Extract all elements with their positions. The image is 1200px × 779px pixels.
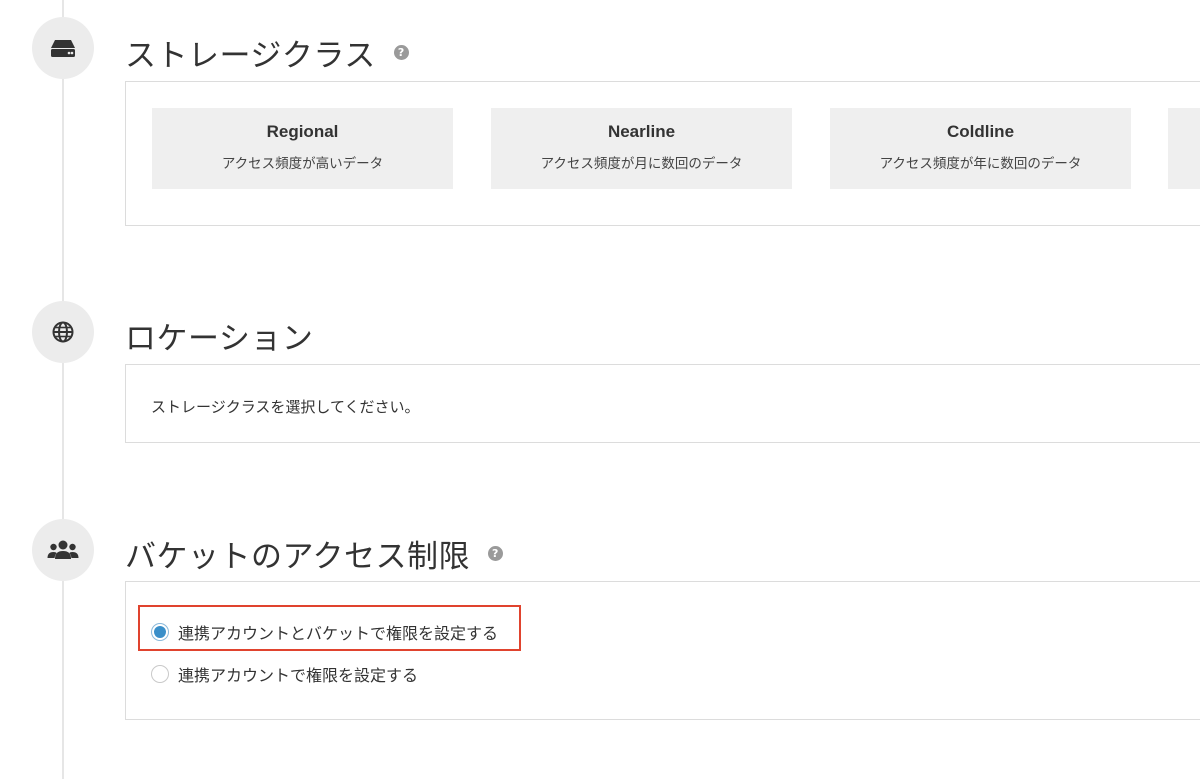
storage-class-heading: ストレージクラス ? (125, 30, 409, 75)
location-title: ロケーション (125, 321, 314, 357)
radio-label: 連携アカウントで権限を設定する (178, 666, 419, 685)
timeline-line (62, 0, 64, 779)
location-panel: ストレージクラスを選択してください。 (125, 364, 1200, 443)
radio-button-unchecked[interactable] (151, 665, 169, 683)
users-icon (32, 519, 94, 581)
hard-drive-icon (32, 17, 94, 79)
storage-class-name: Coldline (946, 122, 1015, 141)
storage-class-desc: アクセス頻度が月に数回のデータ (540, 156, 743, 172)
highlight-annotation-box (138, 605, 521, 651)
storage-class-panel: Regional アクセス頻度が高いデータ Nearline アクセス頻度が月に… (125, 81, 1200, 226)
bucket-access-heading: バケットのアクセス制限 ? (125, 531, 503, 576)
bucket-access-title: バケットのアクセス制限 (125, 539, 470, 575)
storage-class-title: ストレージクラス (125, 38, 376, 74)
storage-class-name: Nearline (607, 122, 676, 141)
question-circle-icon[interactable]: ? (487, 546, 503, 561)
storage-class-option-regional[interactable]: Regional アクセス頻度が高いデータ (152, 108, 453, 189)
location-message: ストレージクラスを選択してください。 (151, 398, 420, 416)
storage-class-option-nearline[interactable]: Nearline アクセス頻度が月に数回のデータ (491, 108, 792, 189)
location-heading: ロケーション (125, 313, 313, 358)
radio-option-account-only[interactable]: 連携アカウントで権限を設定する (151, 662, 418, 686)
question-circle-icon[interactable]: ? (393, 45, 409, 60)
globe-icon (32, 301, 94, 363)
storage-class-name: Regional (266, 122, 339, 141)
storage-class-option-coldline[interactable]: Coldline アクセス頻度が年に数回のデータ (830, 108, 1131, 189)
storage-class-desc: アクセス頻度が高いデータ (221, 156, 384, 172)
storage-class-option-partial[interactable] (1168, 108, 1200, 189)
storage-settings-page: ストレージクラス ? Regional アクセス頻度が高いデータ Nearlin… (0, 0, 1200, 779)
storage-class-desc: アクセス頻度が年に数回のデータ (879, 156, 1082, 172)
